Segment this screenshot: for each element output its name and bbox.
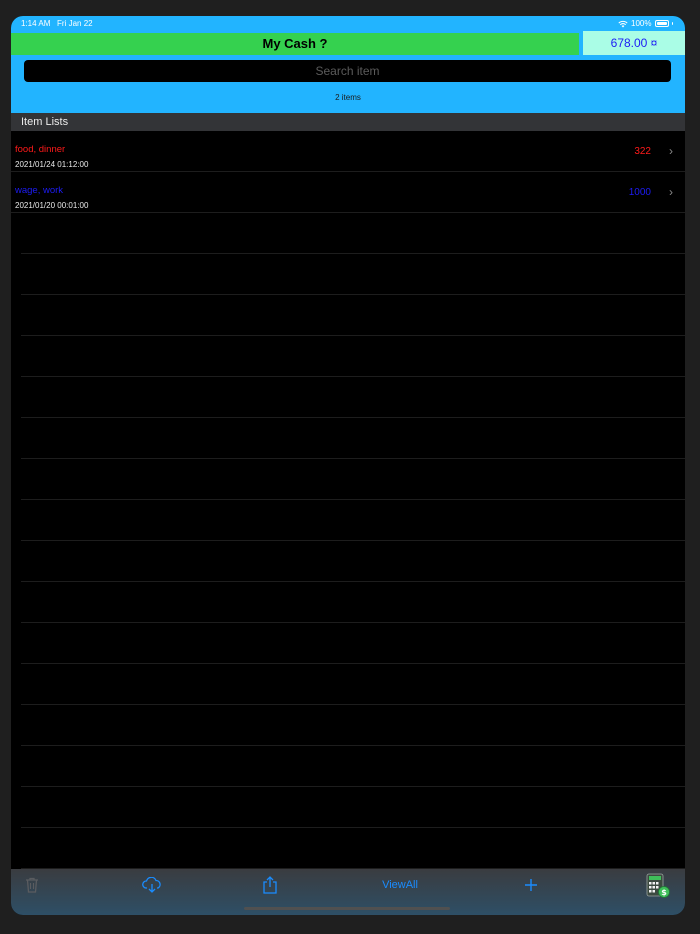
empty-row <box>21 336 685 377</box>
empty-row <box>21 295 685 336</box>
item-date: 2021/01/20 00:01:00 <box>15 201 89 210</box>
status-right: 100% <box>618 19 673 28</box>
add-button[interactable] <box>520 875 542 895</box>
app-window: 1:14 AM Fri Jan 22 100% My Cash ? 678.00… <box>11 16 685 915</box>
battery-percent: 100% <box>631 19 652 28</box>
empty-row <box>21 623 685 664</box>
home-indicator[interactable] <box>244 907 450 910</box>
balance-display[interactable]: 678.00 ¤ <box>583 31 685 55</box>
empty-row <box>21 746 685 787</box>
item-date: 2021/01/24 01:12:00 <box>15 160 89 169</box>
item-amount: 1000 <box>628 187 651 198</box>
empty-row <box>21 500 685 541</box>
search-input[interactable]: Search item <box>24 60 671 82</box>
empty-row <box>21 582 685 623</box>
list-item[interactable]: food, dinner 2021/01/24 01:12:00 322 › <box>11 131 685 172</box>
item-title: wage, work <box>15 185 64 196</box>
empty-row <box>21 828 685 869</box>
battery-icon <box>654 20 669 27</box>
empty-row <box>21 459 685 500</box>
item-count: 2 items <box>335 93 361 102</box>
plus-icon <box>525 879 537 891</box>
svg-text:$: $ <box>661 888 667 897</box>
empty-row <box>21 705 685 746</box>
empty-row <box>21 541 685 582</box>
share-icon <box>263 876 277 894</box>
cloud-download-button[interactable] <box>141 875 163 895</box>
battery-tip <box>671 22 673 25</box>
cloud-download-icon <box>142 877 161 893</box>
chevron-right-icon: › <box>669 185 673 199</box>
wifi-icon <box>618 20 628 27</box>
trash-button[interactable] <box>22 875 42 895</box>
empty-row <box>21 254 685 295</box>
status-time-text: 1:14 AM <box>21 19 51 28</box>
trash-icon <box>26 877 38 893</box>
empty-row <box>21 213 685 254</box>
calculator-icon: $ <box>646 873 670 898</box>
viewall-button[interactable]: ViewAll <box>377 875 423 895</box>
item-list: food, dinner 2021/01/24 01:12:00 322 › w… <box>11 131 685 869</box>
status-time: 1:14 AM Fri Jan 22 <box>21 19 93 28</box>
section-header: Item Lists <box>11 113 685 131</box>
bottom-toolbar: ViewAll $ <box>11 869 685 915</box>
share-button[interactable] <box>259 875 281 895</box>
empty-row <box>21 377 685 418</box>
chevron-right-icon: › <box>669 144 673 158</box>
item-title: food, dinner <box>15 144 66 155</box>
header-area: 1:14 AM Fri Jan 22 100% My Cash ? 678.00… <box>11 16 685 113</box>
calculator-button[interactable]: $ <box>643 873 673 899</box>
empty-row <box>21 787 685 828</box>
empty-row <box>21 418 685 459</box>
item-amount: 322 <box>634 146 651 157</box>
empty-row <box>21 664 685 705</box>
status-date-text: Fri Jan 22 <box>57 19 93 28</box>
app-title: My Cash ? <box>11 33 579 55</box>
list-item[interactable]: wage, work 2021/01/20 00:01:00 1000 › <box>11 172 685 213</box>
